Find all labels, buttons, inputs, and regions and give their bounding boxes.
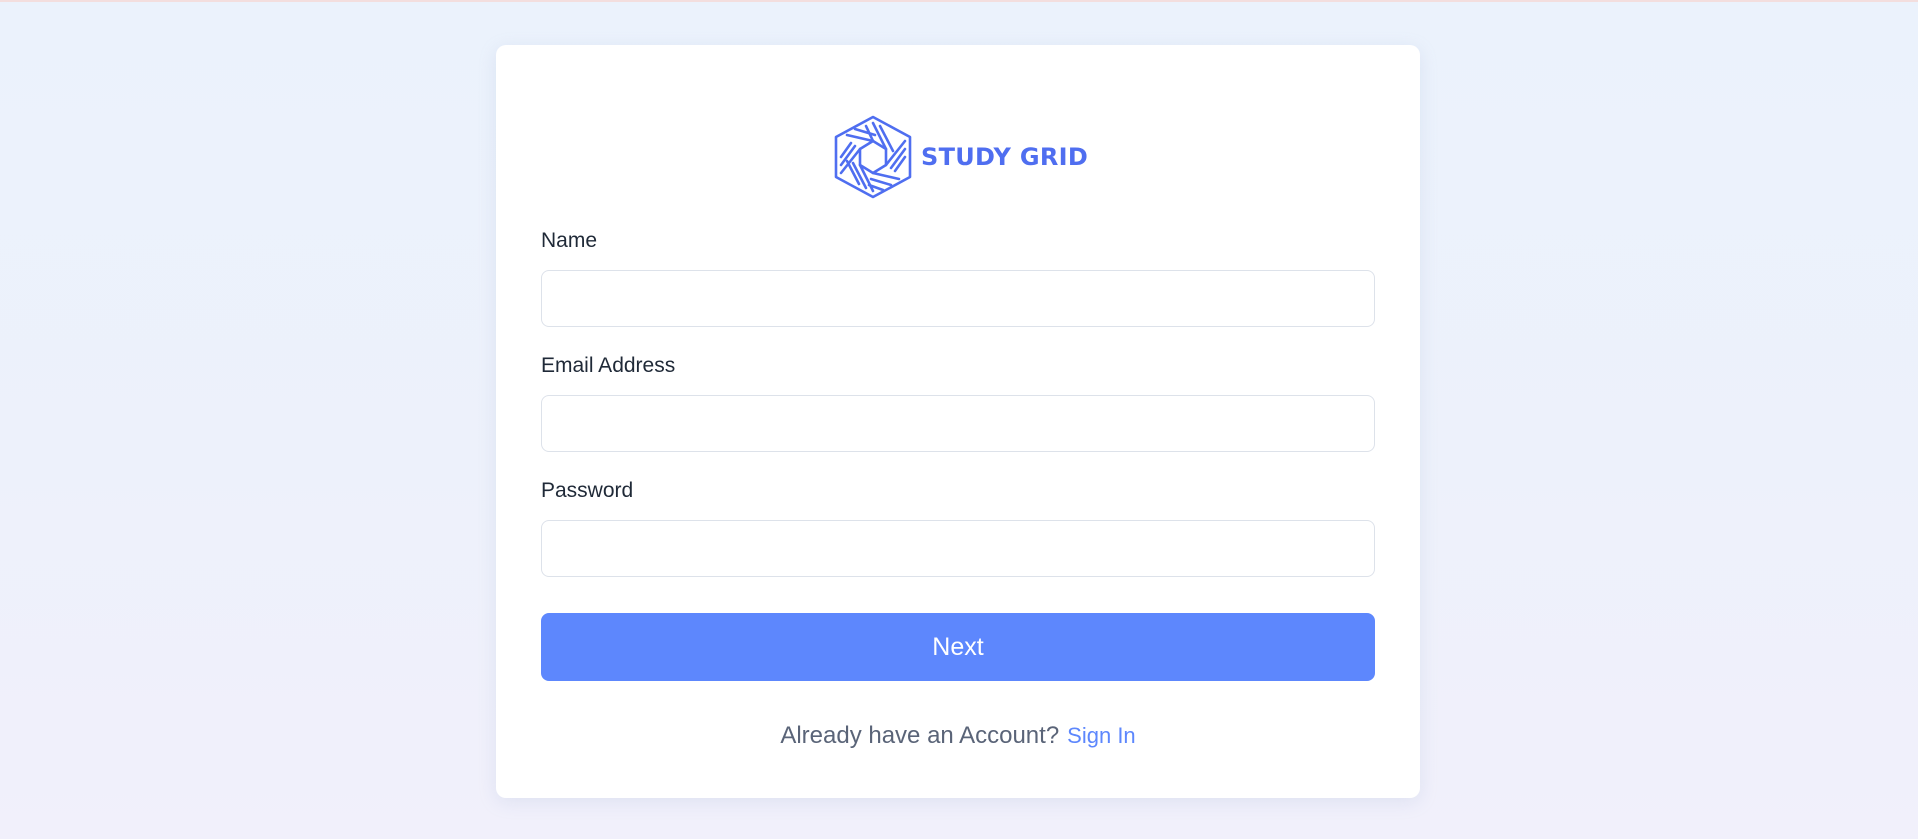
top-border — [0, 0, 1918, 2]
email-field[interactable] — [541, 395, 1375, 452]
register-card: STUDY GRID Name Email Address Password N… — [496, 45, 1420, 798]
next-button[interactable]: Next — [541, 613, 1375, 681]
brand-name: STUDY GRID — [921, 143, 1089, 171]
sign-in-link[interactable]: Sign In — [1067, 723, 1136, 748]
signin-prompt: Already have an Account? Sign In — [496, 721, 1420, 751]
password-field[interactable] — [541, 520, 1375, 577]
brand: STUDY GRID — [833, 115, 1088, 199]
account-prompt-text: Already have an Account? — [780, 722, 1060, 749]
email-label: Email Address — [541, 354, 676, 377]
name-field[interactable] — [541, 270, 1375, 327]
password-label: Password — [541, 479, 634, 502]
name-label: Name — [541, 229, 598, 252]
hexagon-logo-icon — [834, 115, 912, 199]
